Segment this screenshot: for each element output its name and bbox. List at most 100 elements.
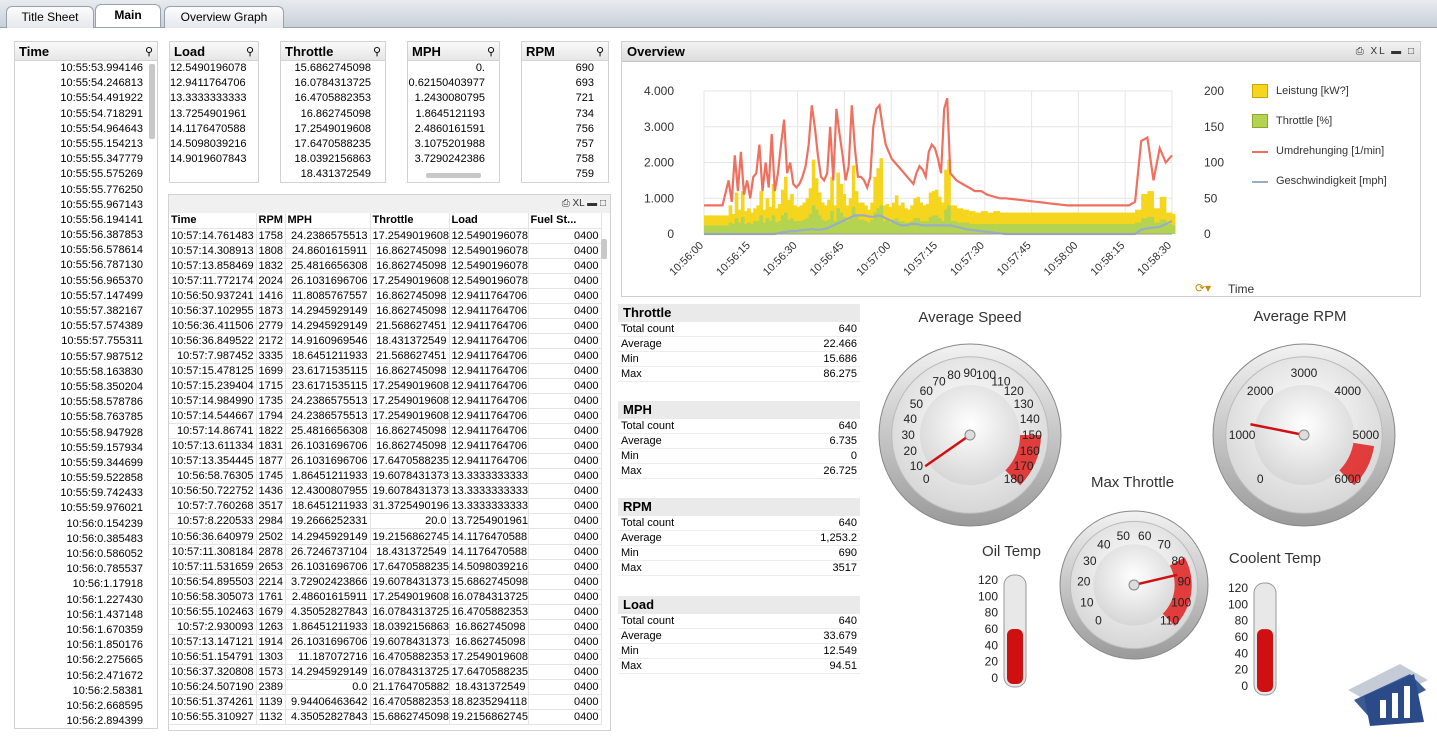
print-icon[interactable]: ⎙ xyxy=(562,198,570,209)
list-item[interactable]: 10:55:56.194141 xyxy=(15,213,157,228)
table-row[interactable]: 10:57:13.611334 1831 26.1031696706 16.86274… xyxy=(169,438,602,455)
list-item[interactable]: 10:56:1.670359 xyxy=(15,623,157,638)
column-header[interactable]: Throttle xyxy=(370,213,450,229)
tab-main[interactable]: Main xyxy=(95,4,161,27)
table-row[interactable]: 10:57:15.478125 1699 23.6171535115 16.86274… xyxy=(169,363,602,380)
print-icon[interactable]: ⎙ xyxy=(1356,46,1366,57)
list-item[interactable]: 10:55:57.382167 xyxy=(15,304,157,319)
column-header[interactable]: Load xyxy=(449,213,529,229)
table-row[interactable]: 10:56:58.305073 1761 2.48601615911 17.25490… xyxy=(169,589,602,605)
maximize-icon[interactable]: □ xyxy=(1408,46,1416,57)
table-row[interactable]: 10:57:11.772174 2024 26.1031696706 17.25490… xyxy=(169,273,602,289)
list-item[interactable]: 10:56:2.471672 xyxy=(15,669,157,684)
list-item[interactable]: 10:55:58.763785 xyxy=(15,410,157,425)
search-icon[interactable]: ⚲ xyxy=(246,43,254,62)
list-item[interactable]: 12.9411764706 xyxy=(170,76,258,91)
column-header[interactable]: RPM xyxy=(256,213,286,229)
search-icon[interactable]: ⚲ xyxy=(373,43,381,62)
column-header[interactable]: Fuel St... xyxy=(528,213,602,229)
table-row[interactable]: 10:57:14.544667 1794 24.2386575513 17.25490… xyxy=(169,408,602,425)
list-item[interactable]: 1.8645121193 xyxy=(408,107,499,122)
column-header[interactable]: Time xyxy=(169,213,257,229)
table-row[interactable]: 10:57:11.308184 2878 26.7246737104 18.43137… xyxy=(169,544,602,560)
table-row[interactable]: 10:56:51.374261 1139 9.94406463642 16.47058… xyxy=(169,694,602,711)
table-row[interactable]: 10:56:36.411506 2779 14.2945929149 21.56862… xyxy=(169,318,602,334)
list-item[interactable]: 2.4860161591 xyxy=(408,122,499,137)
list-item[interactable]: 10:55:59.522858 xyxy=(15,471,157,486)
table-row[interactable]: 10:57:7.760268 3517 18.6451211933 31.372549… xyxy=(169,498,602,515)
list-item[interactable]: 10:56:2.58381 xyxy=(15,684,157,699)
list-item[interactable]: 10:55:57.755311 xyxy=(15,334,157,349)
list-item[interactable]: 10:55:59.344699 xyxy=(15,456,157,471)
list-item[interactable]: 758 xyxy=(522,152,608,167)
list-item[interactable]: 10:55:55.575269 xyxy=(15,167,157,182)
list-item[interactable]: 10:56:1.17918 xyxy=(15,577,157,592)
list-item[interactable]: 0.62150403977 xyxy=(408,76,499,91)
list-item[interactable]: 18.0392156863 xyxy=(281,152,385,167)
list-item[interactable]: 10:55:56.965370 xyxy=(15,274,157,289)
list-item[interactable]: 10:56:1.437148 xyxy=(15,608,157,623)
time-listbox-scrollbar[interactable] xyxy=(149,64,155,139)
list-item[interactable]: 18.431372549 xyxy=(281,167,385,182)
list-item[interactable]: 10:55:58.947928 xyxy=(15,426,157,441)
table-row[interactable]: 10:56:55.102463 1679 4.35052827843 16.07843… xyxy=(169,604,602,620)
list-item[interactable]: 10:56:1.227430 xyxy=(15,593,157,608)
table-row[interactable]: 10:56:50.722752 1436 12.4300807955 19.60784… xyxy=(169,483,602,500)
list-item[interactable]: 10:55:57.147499 xyxy=(15,289,157,304)
list-item[interactable]: 10:55:55.967143 xyxy=(15,198,157,213)
list-item[interactable]: 10:55:55.776250 xyxy=(15,183,157,198)
list-item[interactable]: 13.3333333333 xyxy=(170,91,258,106)
table-row[interactable]: 10:57:7.987452 3335 18.6451211933 21.568627… xyxy=(169,348,602,364)
list-item[interactable]: 3.7290242386 xyxy=(408,152,499,167)
list-item[interactable]: 10:56:0.385483 xyxy=(15,532,157,547)
list-item[interactable]: 10:55:58.350204 xyxy=(15,380,157,395)
list-item[interactable]: 10:55:54.491922 xyxy=(15,91,157,106)
list-item[interactable]: 721 xyxy=(522,91,608,106)
list-item[interactable]: 3.1075201988 xyxy=(408,137,499,152)
xl-export-icon[interactable]: XL xyxy=(573,198,585,209)
table-row[interactable]: 10:56:51.154791 1303 11.187072716 16.470588… xyxy=(169,649,602,665)
tab-overview-graph[interactable]: Overview Graph xyxy=(164,6,284,28)
list-item[interactable]: 10:56:2.668595 xyxy=(15,699,157,714)
list-item[interactable]: 10:55:54.246813 xyxy=(15,76,157,91)
list-item[interactable]: 10:56:0.586052 xyxy=(15,547,157,562)
list-item[interactable]: 17.6470588235 xyxy=(281,137,385,152)
table-row[interactable]: 10:57:11.531659 2653 26.1031696706 17.64705… xyxy=(169,559,602,575)
minimize-icon[interactable]: ▬ xyxy=(1391,46,1403,57)
list-item[interactable]: 734 xyxy=(522,107,608,122)
list-item[interactable]: 15.6862745098 xyxy=(281,61,385,76)
list-item[interactable]: 1.2430080795 xyxy=(408,91,499,106)
table-row[interactable]: 10:56:24.507190 2389 0.0 21.1764705882 18.43… xyxy=(169,679,602,696)
table-row[interactable]: 10:57:14.761483 1758 24.2386575513 17.25490… xyxy=(169,228,602,244)
list-item[interactable]: 757 xyxy=(522,137,608,152)
table-row[interactable]: 10:56:58.76305 1745 1.86451211933 19.607843… xyxy=(169,468,602,485)
table-row[interactable]: 10:56:50.937241 1416 11.8085767557 16.86274… xyxy=(169,288,602,304)
list-item[interactable]: 10:55:59.742433 xyxy=(15,486,157,501)
cycle-dimension-icon[interactable]: ⟳▾ xyxy=(1195,281,1219,295)
tab-title-sheet[interactable]: Title Sheet xyxy=(6,6,94,28)
list-item[interactable]: 759 xyxy=(522,167,608,182)
list-item[interactable]: 14.5098039216 xyxy=(170,137,258,152)
table-row[interactable]: 10:57:15.239404 1715 23.6171535115 17.25490… xyxy=(169,378,602,395)
list-item[interactable]: 690 xyxy=(522,61,608,76)
list-item[interactable]: 10:55:59.157934 xyxy=(15,441,157,456)
table-row[interactable]: 10:57:13.858469 1832 25.4816656308 16.86274… xyxy=(169,258,602,274)
list-item[interactable]: 693 xyxy=(522,76,608,91)
list-item[interactable]: 10:56:1.850176 xyxy=(15,638,157,653)
table-row[interactable]: 10:56:37.320808 1573 14.2945929149 16.07843… xyxy=(169,664,602,680)
list-item[interactable]: 10:55:58.163830 xyxy=(15,365,157,380)
table-row[interactable]: 10:57:14.984990 1735 24.2386575513 17.25490… xyxy=(169,393,602,410)
table-scrollbar[interactable] xyxy=(601,239,607,259)
list-item[interactable]: 10:55:54.964643 xyxy=(15,122,157,137)
table-row[interactable]: 10:57:13.354445 1877 26.1031696706 17.64705… xyxy=(169,453,602,470)
table-row[interactable]: 10:56:55.310927 1132 4.35052827843 15.68627… xyxy=(169,709,602,726)
table-row[interactable]: 10:57:13.147121 1914 26.1031696706 19.60784… xyxy=(169,634,602,650)
mph-listbox-hscrollbar[interactable] xyxy=(426,173,481,178)
list-item[interactable]: 10:55:59.976021 xyxy=(15,501,157,516)
list-item[interactable]: 10:55:57.574389 xyxy=(15,319,157,334)
list-item[interactable]: 16.4705882353 xyxy=(281,91,385,106)
table-row[interactable]: 10:56:37.102955 1873 14.2945929149 16.86274… xyxy=(169,303,602,319)
table-row[interactable]: 10:56:36.640979 2502 14.2945929149 19.21568… xyxy=(169,528,602,545)
list-item[interactable]: 10:55:56.387853 xyxy=(15,228,157,243)
list-item[interactable]: 10:56:2.275665 xyxy=(15,653,157,668)
